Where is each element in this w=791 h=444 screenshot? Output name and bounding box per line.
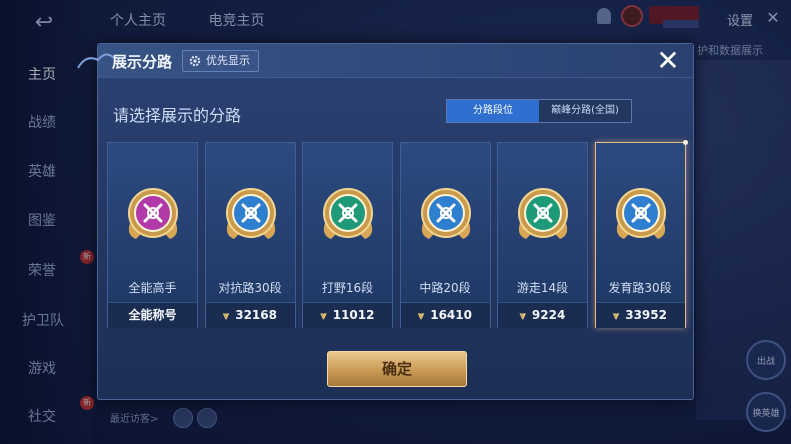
lane-card[interactable]: 打野16段 ⩔ 11012 <box>302 142 393 328</box>
lane-card-value-bar: ⩔ 16410 <box>400 302 490 328</box>
lane-emblem-icon <box>518 188 568 239</box>
lane-card-name: 发育路30段 <box>608 281 672 295</box>
lane-card-value: 11012 <box>332 308 375 322</box>
lane-emblem-icon <box>128 188 178 239</box>
lane-card[interactable]: 对抗路30段 ⩔ 32168 <box>204 142 296 328</box>
confirm-button[interactable]: 确定 <box>327 351 467 387</box>
lane-card-list: 全能高手 全能称号 对抗路30段 ⩔ 32168 打野16段 ⩔ 11012 中路20段 ⩔ 164… <box>107 140 688 328</box>
lane-card-value-bar: ⩔ 33952 <box>595 302 685 328</box>
priority-label: 优先显示 <box>206 54 250 67</box>
rank-chevron-icon: ⩔ <box>418 309 425 322</box>
selected-indicator <box>682 140 688 145</box>
rank-chevron-icon: ⩔ <box>519 309 526 322</box>
lane-card-name: 中路20段 <box>419 281 471 295</box>
lane-card-value: 9224 <box>531 308 566 322</box>
lane-card[interactable]: 游走14段 ⩔ 9224 <box>497 142 588 328</box>
rank-chevron-icon: ⩔ <box>613 309 620 322</box>
lane-card-name: 全能高手 <box>128 281 177 295</box>
close-button[interactable]: ✕ <box>653 46 683 76</box>
priority-display-button[interactable]: 优先显示 <box>182 50 259 72</box>
tab-peak-lane[interactable]: 巅峰分路(全国) <box>539 100 631 122</box>
lane-emblem-icon <box>323 188 373 239</box>
lane-card-name: 对抗路30段 <box>218 281 282 295</box>
lane-card[interactable]: 发育路30段 ⩔ 33952 <box>594 140 688 328</box>
lane-emblem-icon <box>420 188 471 239</box>
lane-card-value-bar: 全能称号 <box>108 302 197 328</box>
lane-card-value: 16410 <box>430 308 472 322</box>
lane-emblem-icon <box>225 188 276 239</box>
lane-card-name: 打野16段 <box>321 281 374 295</box>
rank-chevron-icon: ⩔ <box>223 309 230 322</box>
lane-card-value-bar: ⩔ 9224 <box>498 302 587 328</box>
lane-card-value: 32168 <box>235 308 277 322</box>
gear-icon <box>189 55 201 67</box>
lane-type-toggle: 分路段位 巅峰分路(全国) <box>446 99 632 123</box>
lane-card-name: 游走14段 <box>516 281 569 295</box>
lane-emblem-icon <box>615 188 666 239</box>
lane-card-value: 33952 <box>625 308 667 322</box>
lane-card-value-bar: ⩔ 32168 <box>205 302 295 328</box>
tab-lane-rank[interactable]: 分路段位 <box>447 100 539 122</box>
selection-prompt: 请选择展示的分路 <box>113 106 242 125</box>
lane-display-dialog: 展示分路 优先显示 ✕ 请选择展示的分路 分路段位 巅峰分路(全国) 全能高手全… <box>77 43 694 400</box>
header-cloud-decoration-icon <box>77 53 115 69</box>
dialog-title: 展示分路 <box>112 53 173 71</box>
lane-card[interactable]: 全能高手 全能称号 <box>107 142 198 328</box>
lane-card-value: 全能称号 <box>128 308 177 322</box>
rank-chevron-icon: ⩔ <box>320 309 327 322</box>
lane-card-value-bar: ⩔ 11012 <box>303 302 392 328</box>
lane-card[interactable]: 中路20段 ⩔ 16410 <box>399 142 491 328</box>
dialog-header: 展示分路 优先显示 ✕ <box>77 44 693 78</box>
